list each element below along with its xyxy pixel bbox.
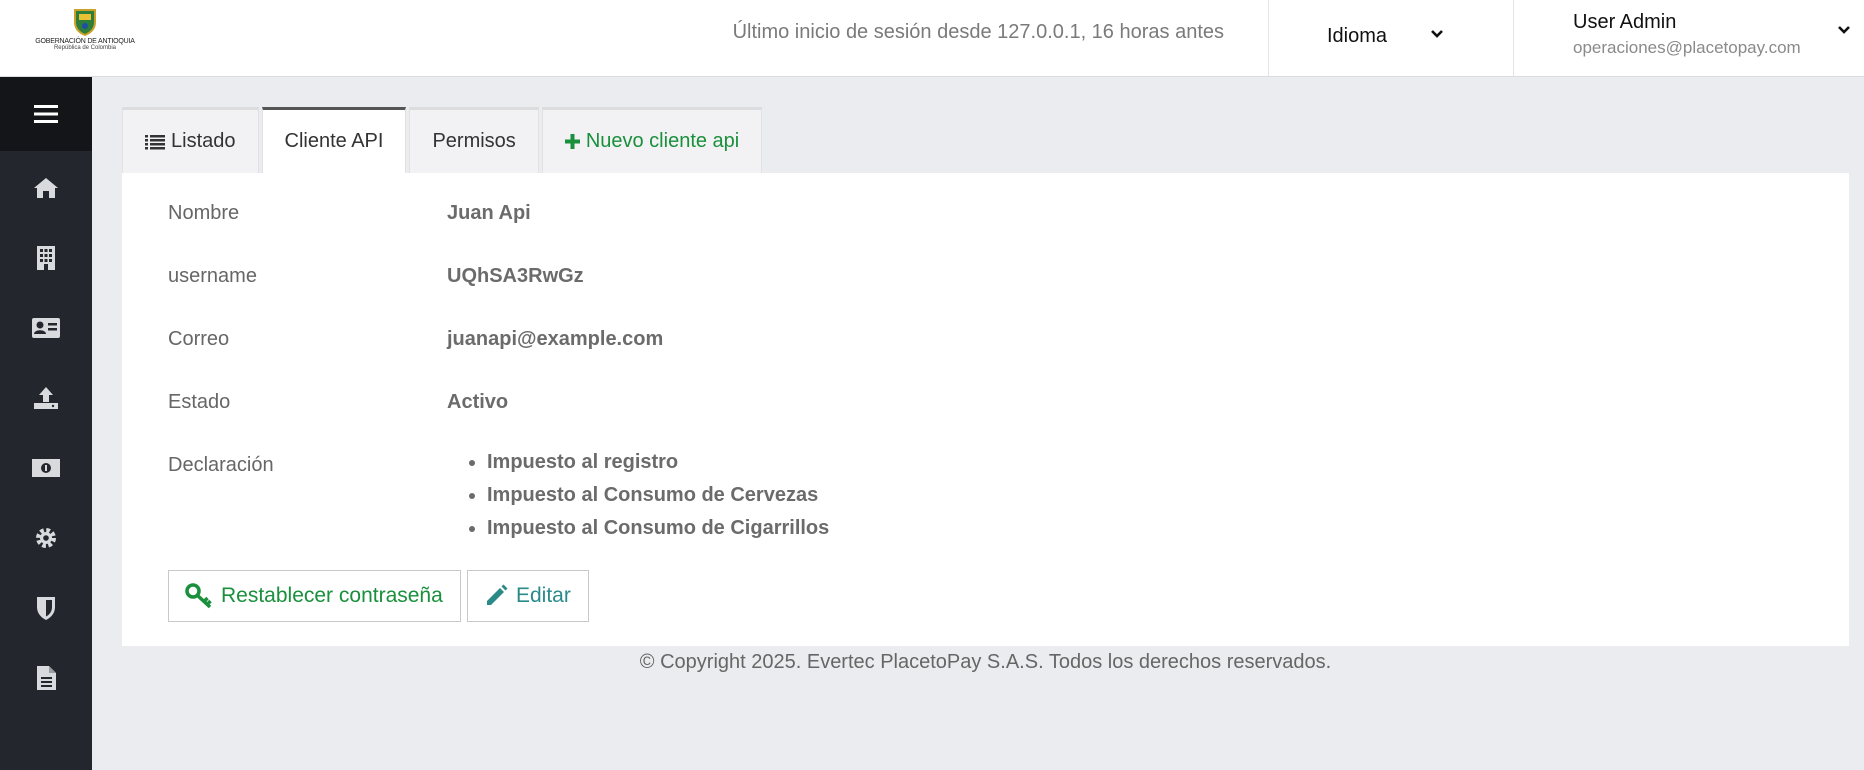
sidebar-item-security[interactable] — [0, 583, 92, 633]
sidebar-item-settings[interactable] — [0, 513, 92, 563]
estado-value: Activo — [447, 391, 509, 413]
key-icon — [185, 583, 212, 609]
client-detail-panel: Nombre Juan Api username UQhSA3RwGz Corr… — [122, 173, 1849, 646]
tab-cliente-api[interactable]: Cliente API — [261, 107, 407, 173]
gear-icon — [36, 528, 56, 548]
nombre-label: Nombre — [168, 202, 240, 224]
document-icon — [37, 666, 56, 690]
list-item: Impuesto al registro — [487, 450, 829, 483]
plus-icon — [564, 134, 580, 149]
declaracion-label: Declaración — [168, 454, 274, 476]
tab-label: Permisos — [432, 130, 516, 152]
estado-label: Estado — [168, 391, 231, 413]
tab-bar: Listado Cliente API Permisos Nuevo clien… — [122, 107, 765, 173]
chevron-down-icon — [1429, 26, 1445, 47]
language-selector[interactable]: Idioma — [1268, 0, 1514, 76]
sidebar-item-buildings[interactable] — [0, 233, 92, 283]
logo: GOBERNACIÓN DE ANTIOQUIA República de Co… — [30, 8, 140, 60]
sidebar-item-documents[interactable] — [0, 653, 92, 703]
username-label: username — [168, 265, 257, 287]
footer-copyright: © Copyright 2025. Evertec PlacetoPay S.A… — [639, 651, 1332, 673]
coat-of-arms-icon — [74, 9, 96, 36]
username-value: UQhSA3RwGz — [447, 265, 584, 287]
logo-title: GOBERNACIÓN DE ANTIOQUIA — [35, 38, 135, 45]
last-login-text: Último inicio de sesión desde 127.0.0.1,… — [732, 21, 1224, 43]
declaracion-list: Impuesto al registro Impuesto al Consumo… — [487, 450, 829, 549]
user-name: User Admin — [1573, 11, 1677, 33]
tab-listado[interactable]: Listado — [122, 107, 259, 173]
sidebar-item-upload[interactable] — [0, 373, 92, 423]
sidebar-item-clients[interactable] — [0, 303, 92, 353]
user-email: operaciones@placetopay.com — [1573, 38, 1801, 57]
list-icon — [145, 134, 165, 149]
language-label: Idioma — [1327, 25, 1388, 47]
list-item: Impuesto al Consumo de Cigarrillos — [487, 516, 829, 549]
reset-password-button[interactable]: Restablecer contraseña — [168, 570, 461, 622]
reset-password-label: Restablecer contraseña — [221, 584, 443, 607]
correo-label: Correo — [168, 328, 230, 350]
upload-icon — [34, 387, 58, 409]
tab-label: Listado — [171, 130, 236, 152]
correo-value: juanapi@example.com — [447, 328, 664, 350]
chevron-down-icon — [1836, 22, 1852, 43]
nombre-value: Juan Api — [447, 202, 531, 224]
pencil-icon — [487, 584, 508, 605]
edit-button[interactable]: Editar — [467, 570, 589, 622]
id-card-icon — [32, 318, 60, 338]
sidebar — [0, 77, 92, 770]
tab-permisos[interactable]: Permisos — [409, 107, 539, 173]
logo-subtitle: República de Colombia — [53, 45, 117, 51]
hamburger-icon — [34, 105, 58, 123]
tab-nuevo-cliente-api[interactable]: Nuevo cliente api — [541, 107, 763, 173]
money-icon — [32, 459, 60, 477]
building-icon — [37, 246, 55, 270]
tab-label: Cliente API — [284, 130, 384, 152]
tab-label: Nuevo cliente api — [585, 130, 740, 152]
edit-label: Editar — [516, 584, 571, 607]
sidebar-item-payments[interactable] — [0, 443, 92, 493]
menu-toggle-button[interactable] — [0, 77, 92, 151]
list-item: Impuesto al Consumo de Cervezas — [487, 483, 829, 516]
sidebar-item-home[interactable] — [0, 163, 92, 213]
top-header: GOBERNACIÓN DE ANTIOQUIA República de Co… — [0, 0, 1864, 77]
home-icon — [34, 178, 58, 198]
shield-icon — [37, 597, 55, 620]
